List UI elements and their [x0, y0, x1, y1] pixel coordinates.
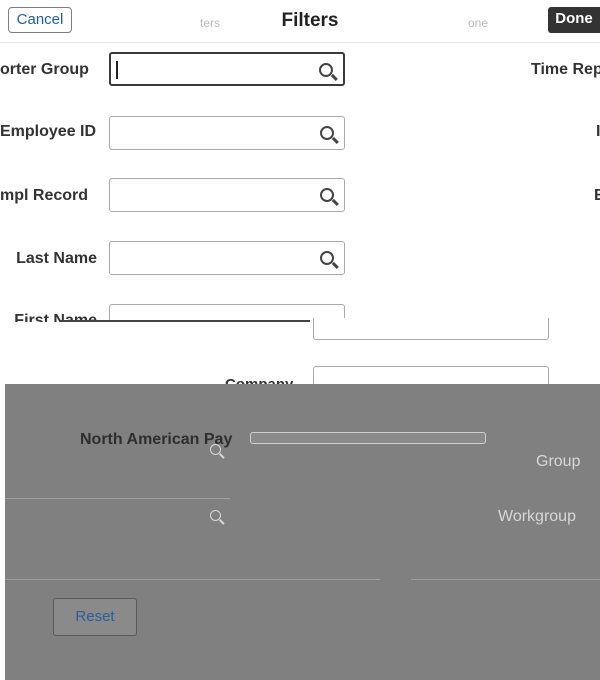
- label-reporter-group: orter Group: [0, 61, 89, 78]
- search-icon[interactable]: [320, 188, 334, 202]
- label-right-2: I: [596, 123, 600, 140]
- label-time-reporter: Time Rep: [531, 61, 600, 78]
- last-name-input[interactable]: [116, 248, 310, 270]
- search-icon[interactable]: [320, 126, 334, 140]
- divider: [5, 498, 230, 499]
- divider: [5, 579, 380, 580]
- company-field[interactable]: [313, 366, 549, 384]
- north-american-pay-field[interactable]: [250, 432, 486, 444]
- page-title: Filters: [281, 10, 339, 31]
- label-empl-record: mpl Record: [0, 187, 89, 204]
- empl-record-input[interactable]: [116, 185, 310, 207]
- label-employee-id: Employee ID: [0, 123, 97, 140]
- search-icon[interactable]: [210, 510, 221, 521]
- search-icon[interactable]: [319, 63, 333, 77]
- search-icon[interactable]: [320, 251, 334, 265]
- label-right-3: E: [594, 187, 600, 204]
- reset-button[interactable]: Reset: [53, 598, 137, 636]
- company-field-top[interactable]: [313, 318, 549, 340]
- reporter-group-input[interactable]: [117, 60, 311, 82]
- reporter-group-field[interactable]: [109, 52, 345, 86]
- employee-id-field[interactable]: [109, 116, 345, 150]
- ghost-done-text: one: [468, 16, 489, 30]
- divider: [411, 579, 600, 580]
- search-icon[interactable]: [210, 444, 221, 455]
- empl-record-field[interactable]: [109, 178, 345, 212]
- cancel-button[interactable]: Cancel: [8, 7, 72, 33]
- first-name-input[interactable]: [116, 307, 310, 321]
- done-button[interactable]: Done: [548, 7, 600, 33]
- label-last-name: Last Name: [16, 250, 97, 267]
- label-group: Group: [536, 453, 581, 470]
- label-workgroup: Workgroup: [498, 508, 576, 525]
- glitch-line: [60, 320, 310, 322]
- employee-id-input[interactable]: [116, 123, 310, 145]
- last-name-field[interactable]: [109, 241, 345, 275]
- header-bar: Cancel ters Filters one Done: [0, 0, 600, 43]
